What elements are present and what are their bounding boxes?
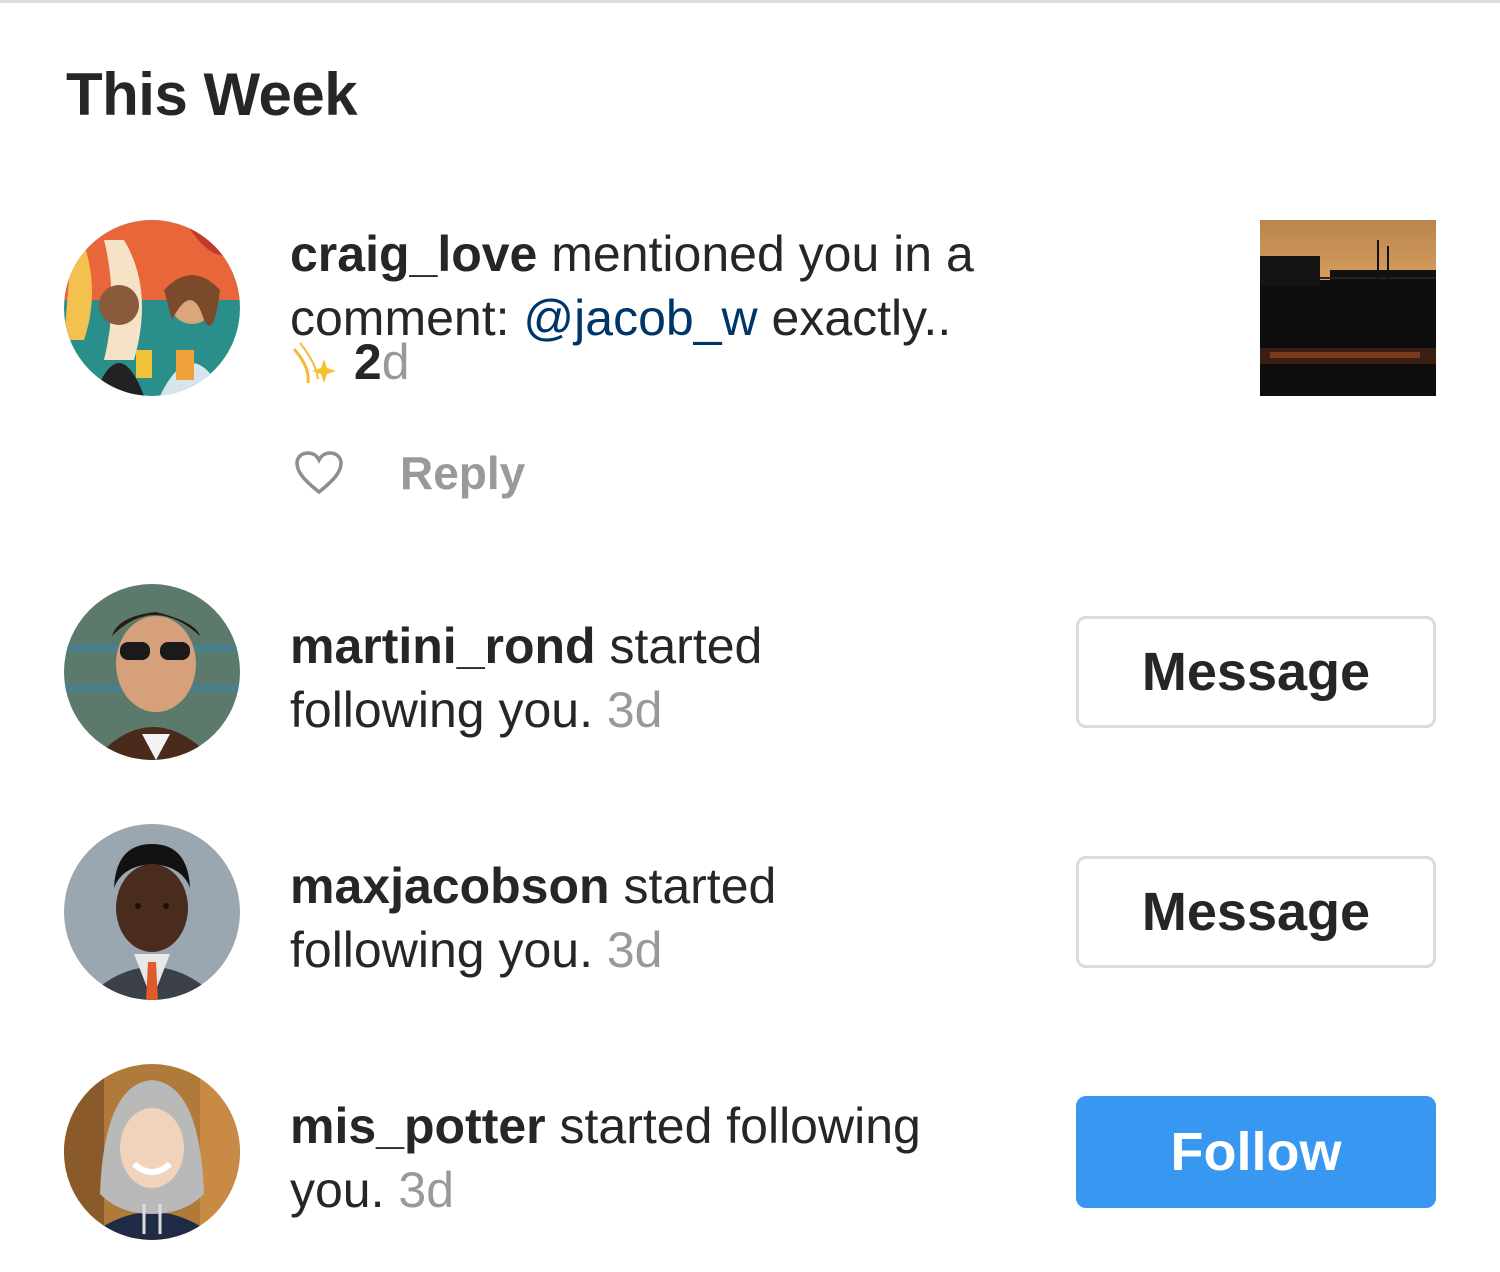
- notification-message-cont: you.: [290, 1162, 399, 1218]
- top-divider: [0, 0, 1500, 3]
- avatar[interactable]: [64, 824, 240, 1000]
- notification-message-cont: following you.: [290, 922, 607, 978]
- notification-text: maxjacobson started following you. 3d: [290, 854, 776, 982]
- avatar[interactable]: [64, 220, 240, 396]
- message-button[interactable]: Message: [1076, 856, 1436, 968]
- username-link[interactable]: martini_rond: [290, 618, 596, 674]
- notification-message: started: [609, 858, 777, 914]
- avatar[interactable]: [64, 1064, 240, 1240]
- reply-button[interactable]: Reply: [400, 446, 525, 500]
- timestamp: 3d: [606, 682, 663, 738]
- username-link[interactable]: maxjacobson: [290, 858, 610, 914]
- comment-actions: Reply: [294, 446, 525, 500]
- notification-text: martini_rond started following you. 3d: [290, 614, 762, 742]
- notification-text: mis_potter started following you. 3d: [290, 1094, 921, 1222]
- notification-message-cont: following you.: [290, 682, 607, 738]
- post-thumbnail[interactable]: [1260, 220, 1436, 396]
- sparkle-emoji: [292, 342, 336, 384]
- message-button[interactable]: Message: [1076, 616, 1436, 728]
- timestamp: 3d: [398, 1162, 455, 1218]
- notification-text: craig_love mentioned you in a comment: @…: [290, 222, 974, 394]
- comment-text: exactly..: [757, 290, 952, 346]
- username-link[interactable]: mis_potter: [290, 1098, 546, 1154]
- timestamp: 3d: [606, 922, 663, 978]
- heart-icon[interactable]: [294, 450, 344, 496]
- notification-message: started: [595, 618, 763, 674]
- section-title: This Week: [66, 61, 358, 128]
- timestamp-unit: d: [381, 334, 410, 390]
- notification-message: started following: [545, 1098, 921, 1154]
- mention-link[interactable]: @jacob_w: [523, 290, 757, 346]
- notification-message: mentioned you in a: [537, 226, 974, 282]
- follow-button[interactable]: Follow: [1076, 1096, 1436, 1208]
- avatar[interactable]: [64, 584, 240, 760]
- username-link[interactable]: craig_love: [290, 226, 537, 282]
- timestamp-number: 2: [353, 334, 382, 390]
